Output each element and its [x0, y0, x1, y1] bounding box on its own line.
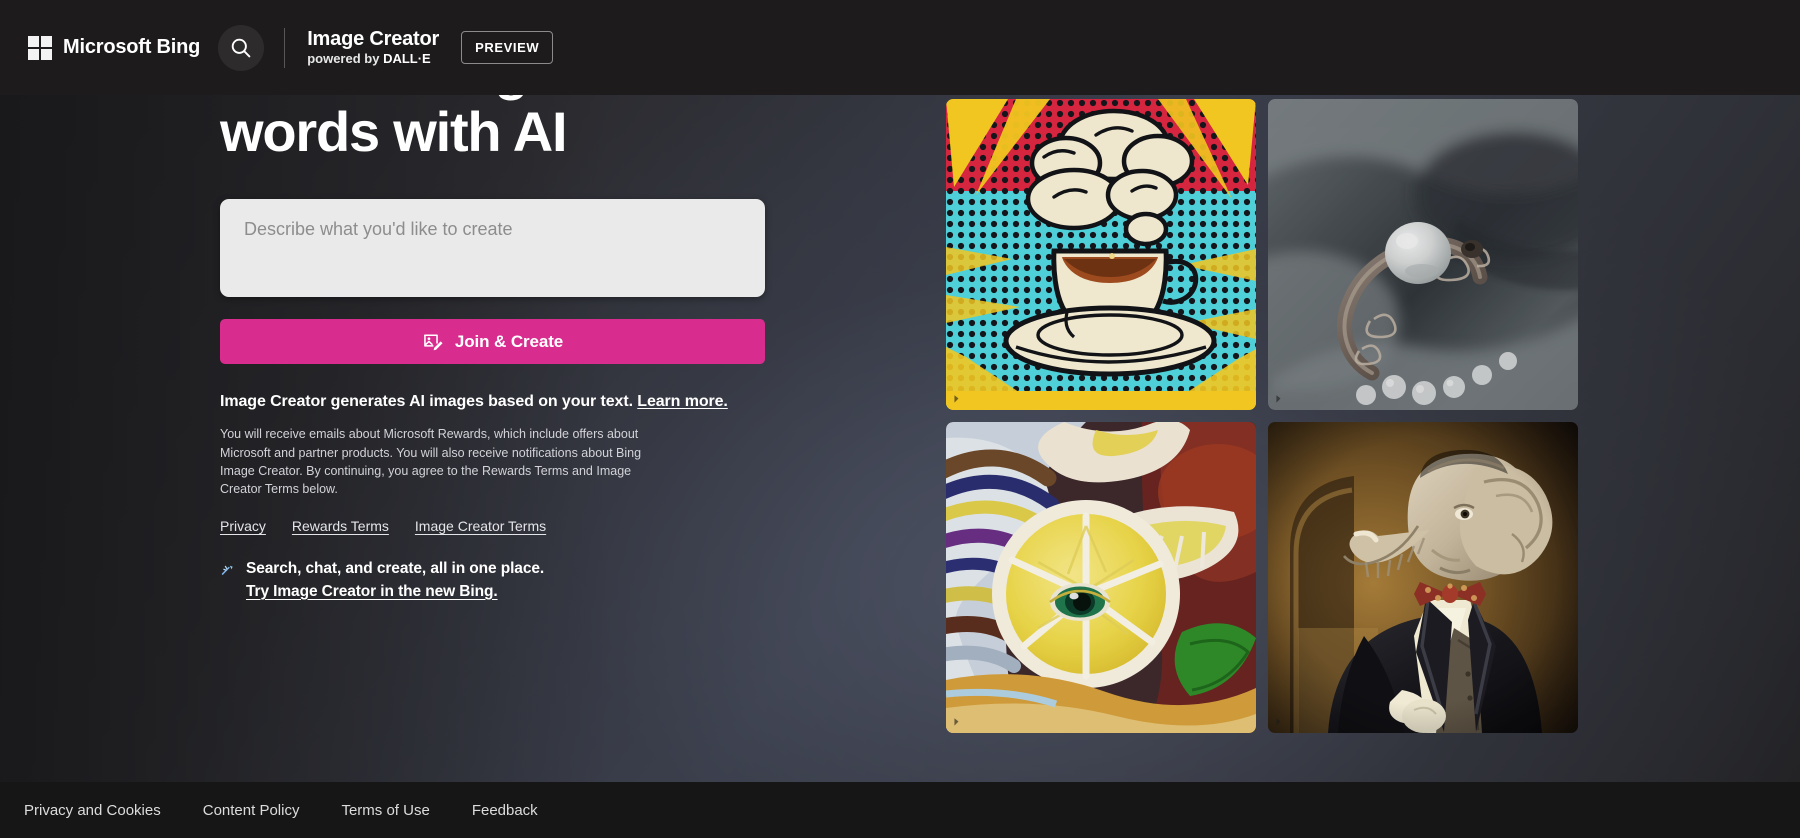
microsoft-logo-icon [28, 35, 52, 60]
legal-body-text: You will receive emails about Microsoft … [220, 427, 642, 497]
join-and-create-label: Join & Create [454, 331, 564, 351]
footer-link-terms-of-use[interactable]: Terms of Use [341, 802, 429, 819]
new-bing-tagline: Search, chat, and create, all in one pla… [246, 559, 545, 577]
tile-elephant-tuxedo[interactable] [1268, 422, 1578, 733]
elephant-tuxedo-portrait [1268, 422, 1578, 733]
search-button[interactable] [218, 24, 265, 71]
learn-more-link[interactable]: Learn more. [637, 393, 728, 410]
new-bing-text: Search, chat, and create, all in one pla… [246, 560, 544, 601]
dalle-watermark-icon [954, 718, 959, 726]
prompt-input[interactable] [220, 199, 765, 298]
sample-image-gallery [946, 99, 1578, 733]
rewards-terms-link[interactable]: Rewards Terms [292, 518, 389, 534]
tile-pearl-ring[interactable] [1268, 99, 1578, 410]
dalle-watermark-icon [954, 395, 959, 403]
footer-link-privacy-and-cookies[interactable]: Privacy and Cookies [24, 802, 161, 819]
dalle-brand: DALL·E [383, 51, 431, 67]
top-navigation-bar: Microsoft Bing Image Creator powered by … [0, 0, 1800, 95]
lemon-eye-painting [946, 422, 1256, 733]
pearl-ring-photo [1268, 99, 1578, 410]
dalle-watermark-icon [1276, 718, 1281, 726]
image-creator-terms-link[interactable]: Image Creator Terms [415, 518, 546, 534]
privacy-link[interactable]: Privacy [220, 518, 266, 534]
footer-link-content-policy[interactable]: Content Policy [203, 802, 300, 819]
product-title: Image Creator [307, 28, 440, 51]
preview-badge[interactable]: PREVIEW [461, 31, 554, 64]
powered-by-text: powered by [307, 51, 384, 67]
brand-wordmark: Microsoft Bing [63, 36, 201, 58]
join-and-create-button[interactable]: Join & Create [220, 319, 765, 365]
product-subtitle: powered by DALL·E [307, 51, 439, 67]
try-image-creator-new-bing-link[interactable]: Try Image Creator in the new Bing. [246, 583, 544, 601]
footer-bar: Privacy and Cookies Content Policy Terms… [0, 782, 1800, 838]
popart-coffee-artwork [946, 99, 1256, 410]
image-creator-landing-page: Microsoft Bing Image Creator powered by … [0, 0, 1800, 838]
search-icon [231, 38, 251, 57]
tile-lemon-eye[interactable] [946, 422, 1256, 733]
legal-headline: Image Creator generates AI images based … [220, 393, 780, 411]
legal-links-row: Privacy Rewards Terms Image Creator Term… [220, 518, 780, 534]
product-identity: Image Creator powered by DALL·E [307, 28, 439, 67]
legal-headline-text: Image Creator generates AI images based … [220, 393, 633, 411]
image-edit-icon [423, 334, 443, 350]
dalle-watermark-icon [1276, 395, 1281, 403]
tile-popart-coffee[interactable] [946, 99, 1256, 410]
footer-link-feedback[interactable]: Feedback [472, 802, 538, 819]
microsoft-bing-logo-link[interactable]: Microsoft Bing [28, 35, 201, 60]
header-divider [284, 27, 286, 68]
bing-chat-icon [221, 565, 233, 575]
new-bing-promo[interactable]: Search, chat, and create, all in one pla… [220, 560, 780, 601]
